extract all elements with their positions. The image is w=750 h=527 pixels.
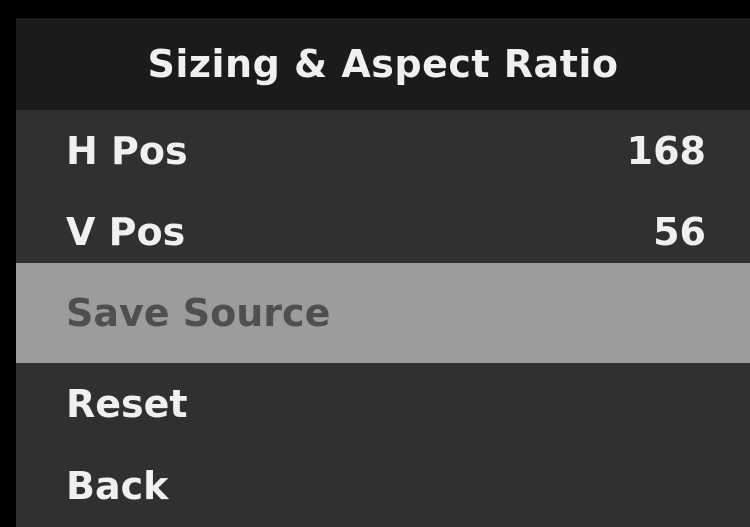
menu-item-value: 168	[626, 129, 706, 173]
menu-item-back[interactable]: Back	[16, 445, 750, 527]
menu-item-label: Save Source	[66, 291, 331, 335]
menu-item-h-pos[interactable]: H Pos 168	[16, 110, 750, 192]
menu-item-value: 56	[653, 210, 706, 254]
menu-item-label: H Pos	[66, 129, 188, 173]
menu-item-label: V Pos	[66, 210, 186, 254]
menu-item-label: Reset	[66, 382, 188, 426]
menu-title: Sizing & Aspect Ratio	[16, 18, 750, 110]
osd-menu-panel: Sizing & Aspect Ratio H Pos 168 V Pos 56…	[16, 18, 750, 527]
menu-item-save-source[interactable]: Save Source	[16, 263, 750, 363]
menu-item-reset[interactable]: Reset	[16, 363, 750, 445]
menu-title-text: Sizing & Aspect Ratio	[147, 42, 619, 86]
menu-item-v-pos[interactable]: V Pos 56	[16, 191, 750, 273]
menu-item-label: Back	[66, 464, 169, 508]
